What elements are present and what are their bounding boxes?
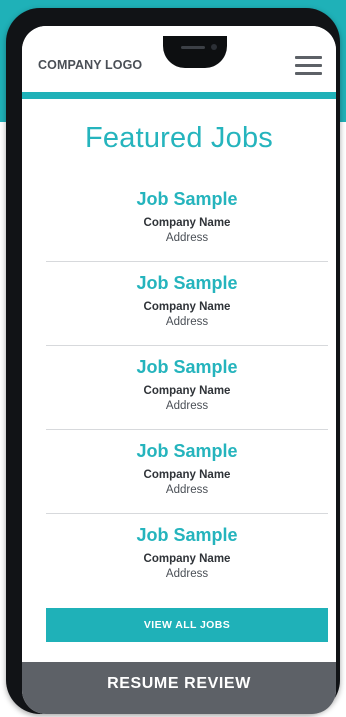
phone-notch — [163, 36, 227, 68]
job-list-item[interactable]: Job Sample Company Name Address — [46, 523, 328, 607]
job-company-name: Company Name — [143, 301, 231, 313]
job-address: Address — [165, 568, 209, 580]
header-accent-rule — [22, 92, 336, 99]
view-all-jobs-button[interactable]: VIEW ALL JOBS — [46, 608, 328, 642]
job-title[interactable]: Job Sample — [46, 189, 328, 210]
job-divider — [46, 513, 328, 514]
job-address: Address — [165, 484, 209, 496]
company-logo[interactable]: COMPANY LOGO — [38, 58, 142, 72]
hamburger-line — [295, 56, 322, 59]
job-title[interactable]: Job Sample — [46, 273, 328, 294]
camera-icon — [211, 44, 217, 50]
hamburger-menu-icon[interactable] — [295, 56, 322, 76]
job-list-item[interactable]: Job Sample Company Name Address — [46, 439, 328, 523]
job-address: Address — [165, 316, 209, 328]
jobs-list: Job Sample Company Name Address Job Samp… — [46, 187, 328, 607]
job-title[interactable]: Job Sample — [46, 525, 328, 546]
hamburger-line — [295, 64, 322, 67]
job-company-name: Company Name — [143, 469, 231, 481]
job-divider — [46, 345, 328, 346]
job-title[interactable]: Job Sample — [46, 357, 328, 378]
app-mockup: COMPANY LOGO Featured Jobs Job Sample Co… — [0, 0, 346, 717]
job-company-name: Company Name — [143, 553, 231, 565]
job-company-name: Company Name — [143, 385, 231, 397]
job-address: Address — [165, 400, 209, 412]
job-list-item[interactable]: Job Sample Company Name Address — [46, 271, 328, 355]
job-list-item[interactable]: Job Sample Company Name Address — [46, 355, 328, 439]
job-address: Address — [165, 232, 209, 244]
job-divider — [46, 429, 328, 430]
job-list-item[interactable]: Job Sample Company Name Address — [46, 187, 328, 271]
job-company-name: Company Name — [143, 217, 231, 229]
job-title[interactable]: Job Sample — [46, 441, 328, 462]
speaker-grille — [181, 46, 205, 49]
page-title: Featured Jobs — [85, 122, 273, 154]
resume-review-button[interactable]: RESUME REVIEW — [22, 662, 336, 714]
phone-screen: COMPANY LOGO Featured Jobs Job Sample Co… — [22, 26, 336, 714]
hamburger-line — [295, 72, 322, 75]
job-divider — [46, 261, 328, 262]
phone-frame: COMPANY LOGO Featured Jobs Job Sample Co… — [6, 8, 340, 714]
